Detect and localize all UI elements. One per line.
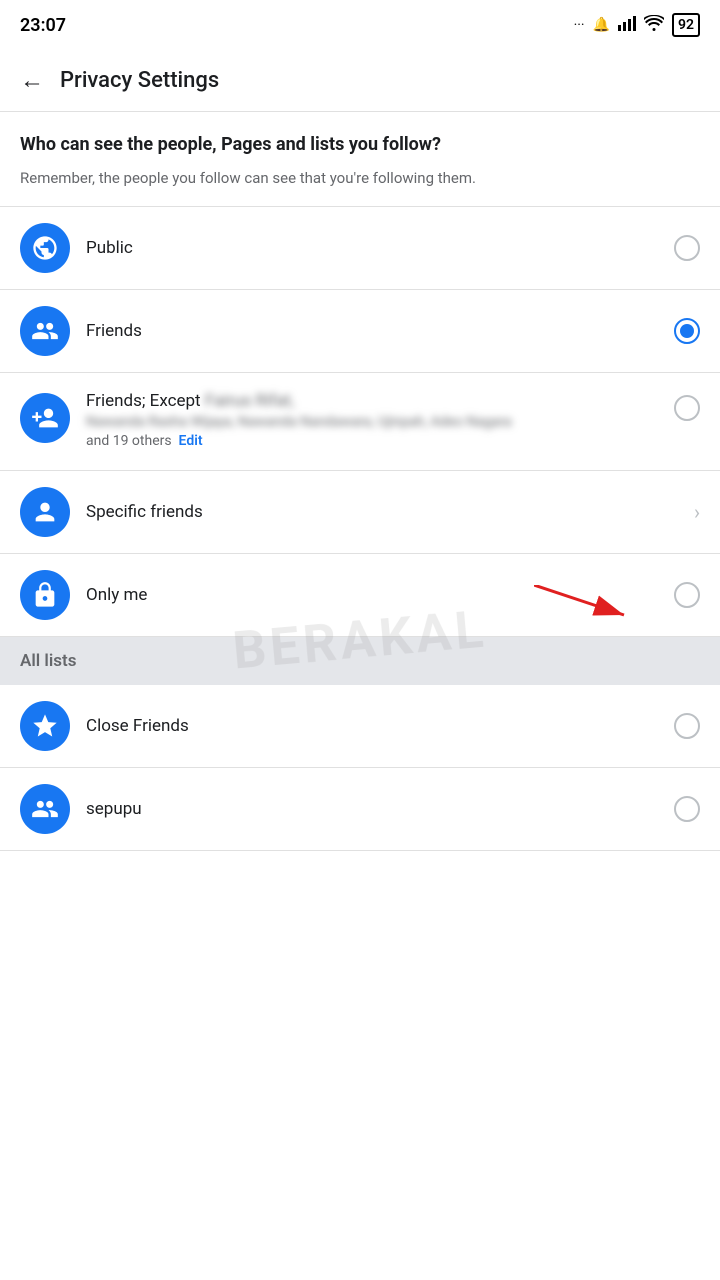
radio-sepupu[interactable] <box>674 796 700 822</box>
blurred-names: Fairus Rifat, <box>205 391 294 411</box>
option-only-me[interactable]: Only me <box>0 554 720 637</box>
option-public-content: Public <box>86 238 674 258</box>
option-friends-except-label: Friends; Except Fairus Rifat, <box>86 391 674 411</box>
option-friends-except[interactable]: Friends; Except Fairus Rifat, Nawanda Ra… <box>0 373 720 471</box>
status-icons: ··· 🔔 92 <box>574 13 700 37</box>
option-public-label: Public <box>86 238 674 258</box>
all-lists-label: All lists <box>20 651 76 671</box>
battery-icon: 92 <box>672 13 700 37</box>
option-friends-except-sublabel: Nawanda Rasha Wijaya, Nawanda Nandawara,… <box>86 413 674 452</box>
wifi-icon <box>644 15 664 35</box>
option-close-friends-content: Close Friends <box>86 716 674 736</box>
option-specific-friends-content: Specific friends <box>86 502 694 522</box>
radio-friends-except[interactable] <box>674 395 700 421</box>
option-specific-friends[interactable]: Specific friends › <box>0 471 720 554</box>
option-public[interactable]: Public <box>0 207 720 290</box>
option-sepupu[interactable]: sepupu <box>0 768 720 851</box>
signal-icon <box>618 15 636 35</box>
option-friends[interactable]: Friends <box>0 290 720 373</box>
radio-friends[interactable] <box>674 318 700 344</box>
question-title: Who can see the people, Pages and lists … <box>20 132 700 157</box>
option-close-friends[interactable]: Close Friends <box>0 685 720 768</box>
friends-except-icon <box>31 404 59 432</box>
radio-public[interactable] <box>674 235 700 261</box>
globe-icon-bg <box>20 223 70 273</box>
friends-icon-bg <box>20 306 70 356</box>
lock-icon <box>31 581 59 609</box>
bell-icon: 🔔 <box>593 17 610 33</box>
option-specific-friends-label: Specific friends <box>86 502 694 522</box>
star-icon <box>31 712 59 740</box>
option-close-friends-label: Close Friends <box>86 716 674 736</box>
option-friends-label: Friends <box>86 321 674 341</box>
red-arrow-icon <box>534 585 654 625</box>
star-icon-bg <box>20 701 70 751</box>
edit-link[interactable]: Edit <box>179 433 203 449</box>
question-section: Who can see the people, Pages and lists … <box>0 112 720 207</box>
status-time: 23:07 <box>20 15 66 36</box>
specific-friends-icon <box>31 498 59 526</box>
friends-icon <box>31 317 59 345</box>
option-friends-except-content: Friends; Except Fairus Rifat, Nawanda Ra… <box>86 391 674 452</box>
lock-icon-bg <box>20 570 70 620</box>
option-sepupu-content: sepupu <box>86 799 674 819</box>
option-sepupu-label: sepupu <box>86 799 674 819</box>
chevron-right-icon: › <box>694 500 700 524</box>
page-title: Privacy Settings <box>60 68 219 93</box>
globe-icon <box>31 234 59 262</box>
specific-friends-icon-bg <box>20 487 70 537</box>
friends-except-icon-bg <box>20 393 70 443</box>
sepupu-icon <box>31 795 59 823</box>
radio-only-me[interactable] <box>674 582 700 608</box>
more-icon: ··· <box>574 17 585 33</box>
question-description: Remember, the people you follow can see … <box>20 167 700 190</box>
radio-close-friends[interactable] <box>674 713 700 739</box>
sepupu-icon-bg <box>20 784 70 834</box>
all-lists-section-header: All lists <box>0 637 720 685</box>
blurred-names-2: Nawanda Rasha Wijaya, Nawanda Nandawara,… <box>86 414 512 430</box>
page-header: ← Privacy Settings <box>0 50 720 112</box>
status-bar: 23:07 ··· 🔔 92 <box>0 0 720 50</box>
back-button[interactable]: ← <box>20 66 44 95</box>
option-friends-content: Friends <box>86 321 674 341</box>
